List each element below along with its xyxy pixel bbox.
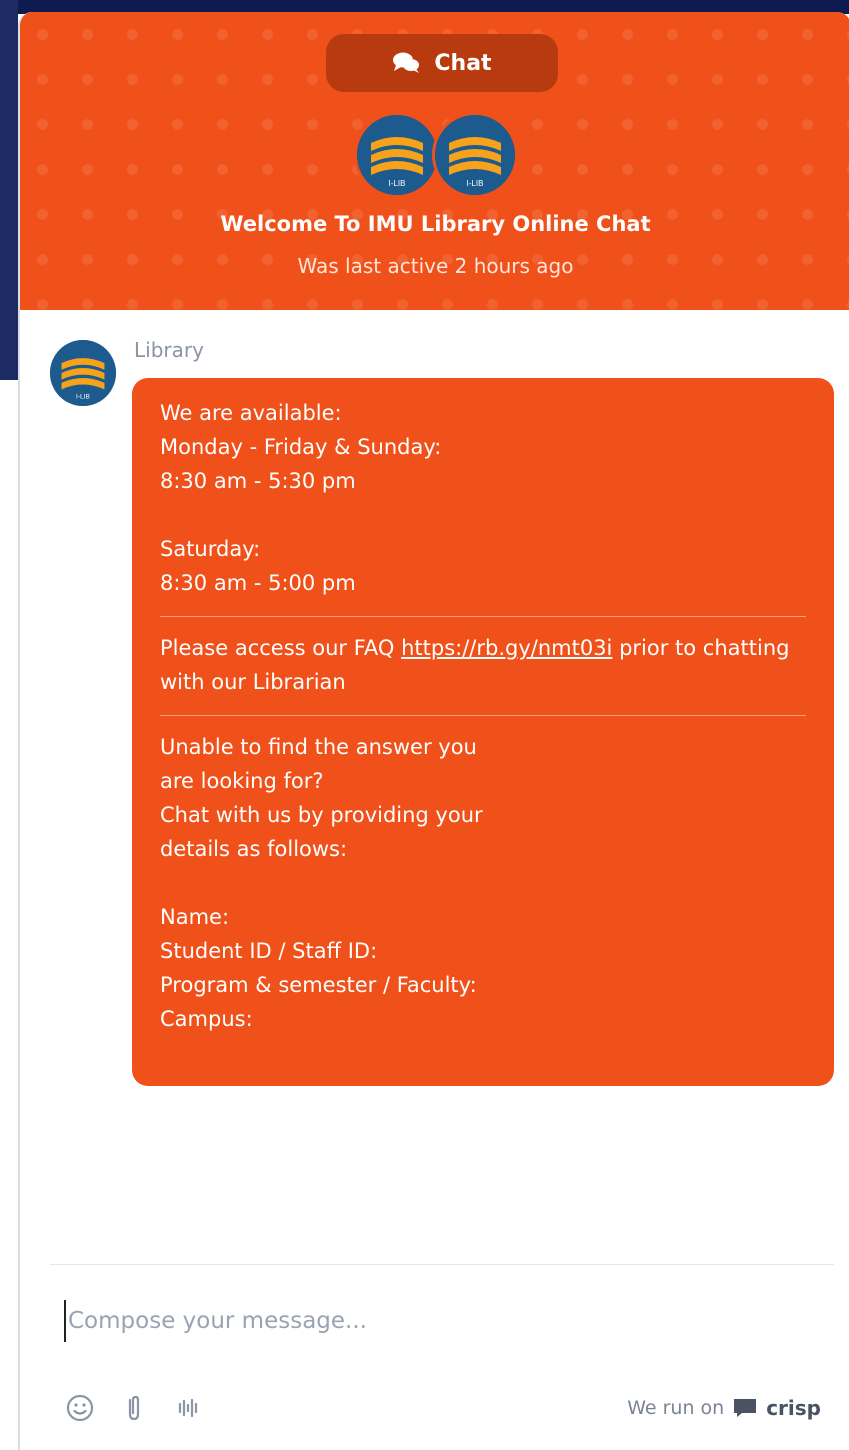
paperclip-icon[interactable]: [118, 1392, 150, 1424]
book-stack-icon: I-LIB: [357, 115, 437, 195]
avatar-logo-text: I-LIB: [389, 179, 406, 188]
chat-widget: Chat I-LIB I-LIB Welcome To IMU Library …: [18, 12, 849, 1450]
compose-message-input[interactable]: [64, 1300, 810, 1342]
message-details-text: Unable to find the answer you are lookin…: [160, 735, 483, 1031]
message-bubble: We are available: Monday - Friday & Sund…: [132, 378, 834, 1086]
message-divider: [160, 616, 806, 617]
powered-by[interactable]: We run on crisp: [627, 1396, 821, 1420]
smiley-icon[interactable]: [64, 1392, 96, 1424]
avatar-logo-text: I-LIB: [467, 179, 484, 188]
chat-tab-button[interactable]: Chat: [326, 34, 558, 92]
header-status: Was last active 2 hours ago: [297, 254, 574, 278]
chat-bubbles-icon: [393, 52, 420, 73]
compose-divider: [50, 1264, 834, 1265]
book-stack-icon: I-LIB: [435, 115, 515, 195]
message-hours-text: We are available: Monday - Friday & Sund…: [160, 401, 442, 595]
faq-prefix: Please access our FAQ: [160, 636, 402, 660]
message-faq-text: Please access our FAQ https://rb.gy/nmt0…: [160, 631, 806, 699]
crisp-logo-icon: [734, 1399, 757, 1417]
page-backdrop-left: [0, 0, 18, 380]
operator-avatars: I-LIB I-LIB: [354, 112, 518, 198]
powered-prefix: We run on: [627, 1397, 725, 1419]
book-stack-icon: I-LIB: [50, 340, 116, 406]
header-title: Welcome To IMU Library Online Chat: [220, 212, 651, 236]
faq-link[interactable]: https://rb.gy/nmt03i: [401, 636, 612, 660]
sender-avatar: I-LIB: [50, 340, 116, 406]
chat-header: Chat I-LIB I-LIB Welcome To IMU Library …: [20, 12, 849, 310]
avatar: I-LIB: [432, 112, 518, 198]
message-sender-name: Library: [134, 338, 204, 362]
powered-brand: crisp: [766, 1396, 821, 1420]
chat-tab-label: Chat: [434, 50, 492, 76]
message-divider: [160, 715, 806, 716]
avatar-logo-text: I-LIB: [76, 394, 91, 401]
compose-toolbar: [64, 1392, 204, 1424]
avatar: I-LIB: [354, 112, 440, 198]
audio-wave-icon[interactable]: [172, 1392, 204, 1424]
